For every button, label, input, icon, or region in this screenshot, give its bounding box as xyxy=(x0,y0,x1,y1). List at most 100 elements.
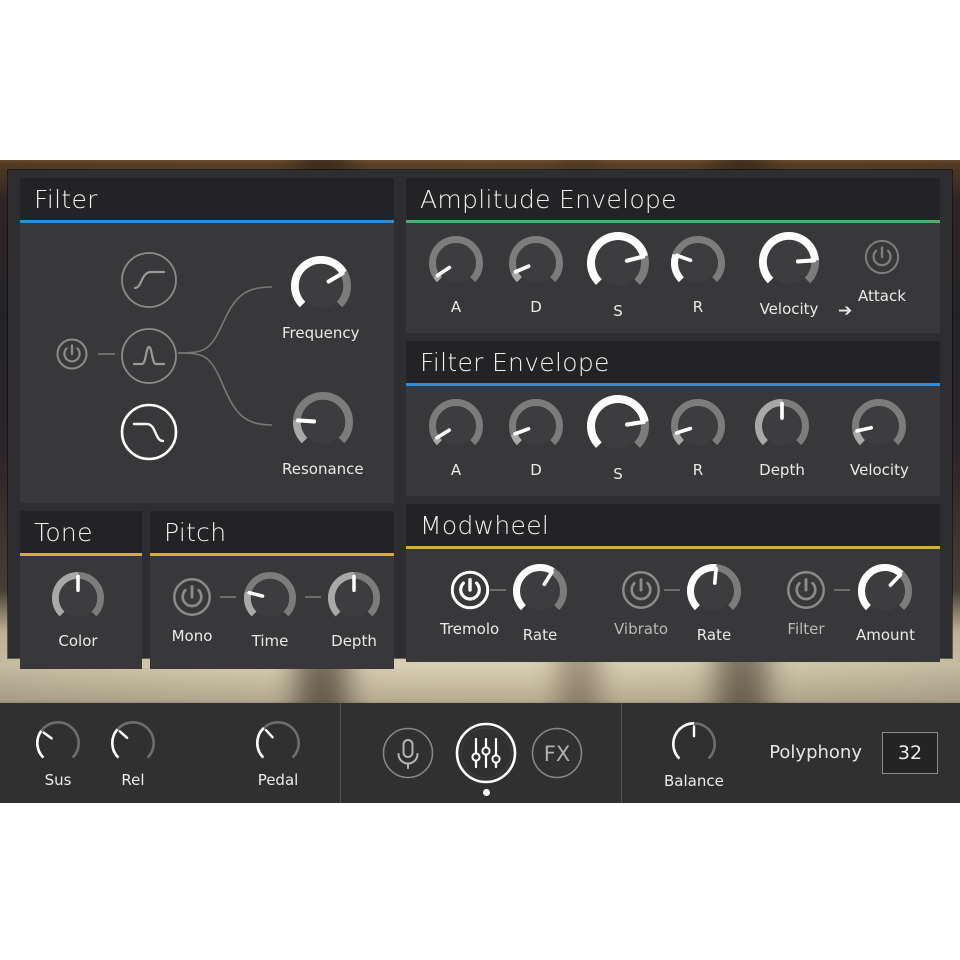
tab-mixer[interactable] xyxy=(454,721,518,790)
tone-header: Tone xyxy=(20,511,142,553)
modwheel-vibrato-rate-control[interactable]: Rate xyxy=(686,563,742,644)
filter-type-lowpass[interactable] xyxy=(120,403,178,461)
power-icon xyxy=(864,239,900,275)
amplitude-envelope-body: A D S R Velocity ➔ Attack xyxy=(406,223,940,333)
fenv-depth-knob[interactable] xyxy=(754,398,810,454)
resonance-knob[interactable] xyxy=(292,391,354,453)
pitch-header: Pitch xyxy=(150,511,394,553)
amp-release-label: R xyxy=(692,298,704,316)
modwheel-vibrato-toggle[interactable]: Vibrato xyxy=(614,568,668,638)
tab-fx[interactable]: FX xyxy=(531,727,583,784)
sustain-pedal-control[interactable]: Sus xyxy=(35,720,81,789)
filter-type-highpass[interactable] xyxy=(120,251,178,309)
release-knob[interactable] xyxy=(110,720,156,766)
fenv-decay-knob[interactable] xyxy=(508,398,564,454)
pitch-title: Pitch xyxy=(164,517,227,547)
filter-amount-connector xyxy=(834,589,850,591)
active-tab-indicator xyxy=(483,789,490,796)
fenv-depth-control[interactable]: Depth xyxy=(754,398,810,479)
polyphony-value: 32 xyxy=(897,742,923,764)
fenv-decay-control[interactable]: D xyxy=(508,398,564,479)
amp-decay-label: D xyxy=(530,298,542,316)
modwheel-tremolo-toggle[interactable]: Tremolo xyxy=(440,568,499,638)
tremolo-rate-knob[interactable] xyxy=(512,563,568,619)
vibrato-rate-label: Rate xyxy=(696,626,732,644)
mono-time-connector xyxy=(220,596,236,598)
time-knob[interactable] xyxy=(243,571,297,625)
filter-amount-label: Amount xyxy=(856,626,915,644)
filter-amount-knob[interactable] xyxy=(857,563,913,619)
velocity-to-attack-arrow-icon: ➔ xyxy=(838,301,853,321)
filter-type-bandpass[interactable] xyxy=(120,327,178,385)
tremolo-label: Tremolo xyxy=(440,620,500,638)
modwheel-header: Modwheel xyxy=(406,504,940,546)
modwheel-filter-toggle[interactable]: Filter xyxy=(784,568,828,638)
pitch-mono-toggle[interactable]: Mono xyxy=(170,575,214,645)
filter-title: Filter xyxy=(34,184,98,214)
pitch-depth-knob[interactable] xyxy=(327,571,381,625)
amp-velocity-label: Velocity xyxy=(759,300,819,318)
fenv-release-control[interactable]: R xyxy=(670,398,726,479)
output-segment: Balance Polyphony 32 xyxy=(622,703,960,803)
pitch-time-control[interactable]: Time xyxy=(243,571,297,650)
amp-release-knob[interactable] xyxy=(670,235,726,291)
color-knob[interactable] xyxy=(51,571,105,625)
power-icon xyxy=(622,571,660,609)
filter-resonance-control[interactable]: Resonance xyxy=(282,391,364,478)
tone-title: Tone xyxy=(34,517,93,547)
color-label: Color xyxy=(58,632,98,650)
modwheel-section: Modwheel Tremolo Rate Vibrato Rate Filte… xyxy=(406,504,940,662)
filter-envelope-section: Filter Envelope A D S R Depth Velocity xyxy=(406,341,940,496)
velocity-attack-power-toggle[interactable]: Attack xyxy=(858,237,906,305)
sustain-knob[interactable] xyxy=(35,720,81,766)
amp-decay-knob[interactable] xyxy=(508,235,564,291)
fenv-depth-label: Depth xyxy=(759,461,805,479)
filter-power-toggle[interactable] xyxy=(54,336,90,377)
tone-color-control[interactable]: Color xyxy=(51,571,105,650)
svg-text:FX: FX xyxy=(544,742,570,766)
amplitude-envelope-title: Amplitude Envelope xyxy=(420,184,677,214)
pedal-control[interactable]: Pedal xyxy=(255,720,301,789)
amp-sustain-knob[interactable] xyxy=(586,231,650,295)
balance-control[interactable]: Balance xyxy=(664,721,724,790)
balance-label: Balance xyxy=(664,772,724,790)
amp-attack-control[interactable]: A xyxy=(428,235,484,316)
mono-label: Mono xyxy=(171,627,213,645)
amp-velocity-control[interactable]: Velocity xyxy=(758,231,820,318)
polyphony-value-field[interactable]: 32 xyxy=(882,732,938,774)
fenv-release-knob[interactable] xyxy=(670,398,726,454)
filter-envelope-header: Filter Envelope xyxy=(406,341,940,383)
modwheel-tremolo-rate-control[interactable]: Rate xyxy=(512,563,568,644)
fenv-sustain-knob[interactable] xyxy=(586,394,650,458)
amp-release-control[interactable]: R xyxy=(670,235,726,316)
amp-attack-knob[interactable] xyxy=(428,235,484,291)
frequency-knob[interactable] xyxy=(290,255,352,317)
amp-sustain-control[interactable]: S xyxy=(586,231,650,320)
modwheel-filter-amount-control[interactable]: Amount xyxy=(856,563,915,644)
pitch-body: Mono Time Depth xyxy=(150,556,394,669)
amp-decay-control[interactable]: D xyxy=(508,235,564,316)
modwheel-title: Modwheel xyxy=(420,510,550,540)
pedal-label: Pedal xyxy=(257,771,299,789)
filter-section: Filter Frequency Resonance xyxy=(20,178,394,503)
filter-header: Filter xyxy=(20,178,394,220)
release-pedal-control[interactable]: Rel xyxy=(110,720,156,789)
amp-velocity-knob[interactable] xyxy=(758,231,820,293)
fenv-attack-knob[interactable] xyxy=(428,398,484,454)
lowpass-filter-icon xyxy=(120,403,178,461)
fenv-velocity-control[interactable]: Velocity xyxy=(850,398,909,479)
pedal-knob[interactable] xyxy=(255,720,301,766)
fenv-attack-label: A xyxy=(450,461,462,479)
highpass-filter-icon xyxy=(121,252,177,308)
balance-knob[interactable] xyxy=(671,721,717,767)
resonance-label: Resonance xyxy=(282,460,364,478)
tab-microphone[interactable] xyxy=(382,727,434,779)
fenv-sustain-control[interactable]: S xyxy=(586,394,650,483)
fenv-velocity-knob[interactable] xyxy=(851,398,907,454)
vibrato-rate-knob[interactable] xyxy=(686,563,742,619)
fenv-attack-control[interactable]: A xyxy=(428,398,484,479)
filter-branch-connectors xyxy=(177,286,273,426)
filter-frequency-control[interactable]: Frequency xyxy=(282,255,360,342)
pitch-depth-control[interactable]: Depth xyxy=(327,571,381,650)
tremolo-rate-label: Rate xyxy=(522,626,558,644)
